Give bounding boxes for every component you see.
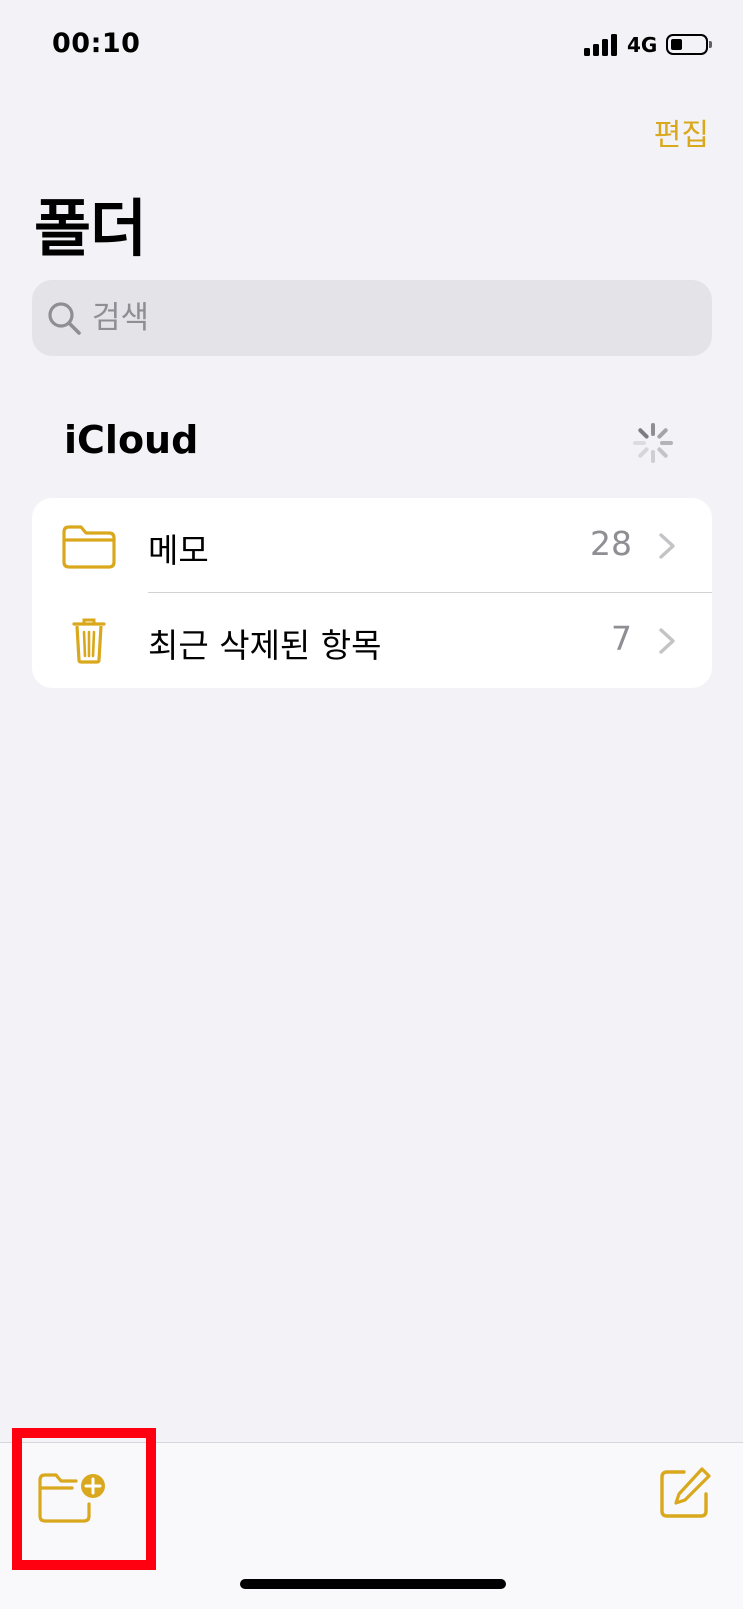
status-time: 00:10 <box>52 28 141 59</box>
trash-icon <box>72 618 106 664</box>
cellular-signal-icon <box>584 34 620 56</box>
folder-list: 메모 28 최근 삭제된 항목 7 <box>32 498 712 688</box>
folder-count: 28 <box>590 524 632 563</box>
edit-button[interactable]: 편집 <box>654 110 709 154</box>
folder-name: 메모 <box>148 531 209 570</box>
search-bar[interactable] <box>32 280 712 356</box>
folder-name: 최근 삭제된 항목 <box>148 626 382 665</box>
folder-count: 7 <box>611 619 632 658</box>
compose-icon[interactable] <box>656 1466 712 1522</box>
status-bar: 00:10 4G <box>0 0 743 95</box>
chevron-right-icon <box>659 628 675 654</box>
folder-row-notes[interactable]: 메모 28 <box>32 498 712 593</box>
section-header-icloud[interactable]: iCloud <box>64 418 198 462</box>
folder-icon <box>62 525 116 569</box>
page-title: 폴더 <box>34 192 147 265</box>
highlight-annotation <box>12 1428 156 1570</box>
search-icon <box>48 302 81 335</box>
search-input[interactable] <box>92 280 692 356</box>
battery-icon <box>666 34 712 55</box>
network-type: 4G <box>627 33 658 57</box>
loading-spinner-icon <box>633 423 673 463</box>
chevron-right-icon <box>659 533 675 559</box>
folder-row-recently-deleted[interactable]: 최근 삭제된 항목 7 <box>32 593 712 688</box>
home-indicator <box>240 1579 506 1589</box>
